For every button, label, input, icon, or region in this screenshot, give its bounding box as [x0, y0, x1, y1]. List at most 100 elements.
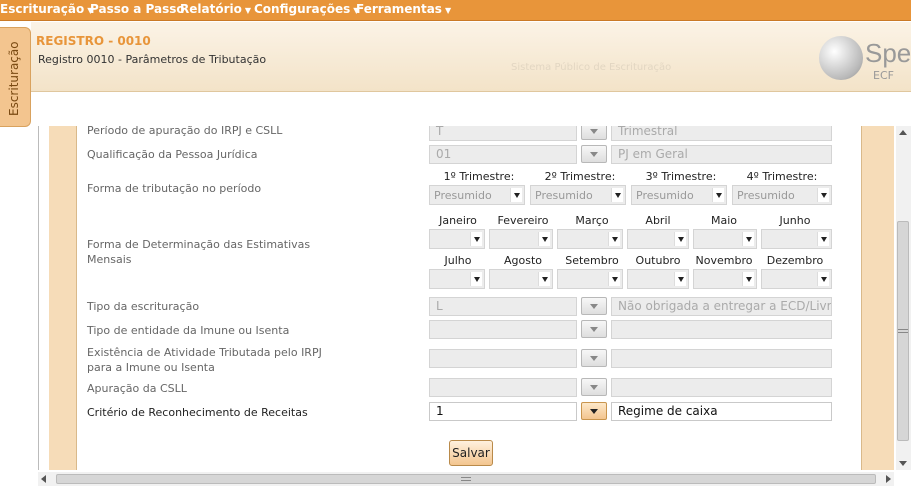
quarter-4-select[interactable]: Presumido: [732, 185, 832, 205]
qualificacao-label: Qualificação da Pessoa Jurídica: [87, 148, 258, 161]
scroll-right-arrow-icon[interactable]: [886, 475, 891, 483]
scroll-down-arrow-icon[interactable]: [899, 461, 907, 466]
month-select-julho[interactable]: [429, 269, 485, 289]
quarter-3-heading: 3º Trimestre:: [645, 170, 717, 183]
qualificacao-code-field[interactable]: 01: [429, 145, 577, 164]
tipo-escrituracao-code-field[interactable]: L: [429, 297, 577, 316]
chevron-down-icon: [470, 232, 482, 246]
side-tab-escrituracao[interactable]: Escrituração: [0, 27, 31, 127]
chevron-down-icon: [590, 385, 598, 390]
apuracao-csll-code-field[interactable]: [429, 378, 577, 397]
menu-passo-a-passo-label: Passo a Passo: [90, 2, 185, 16]
quarter-1-select[interactable]: Presumido: [429, 185, 525, 205]
scroll-left-arrow-icon[interactable]: [41, 475, 46, 483]
side-tab-label: Escrituração: [7, 41, 21, 116]
chevron-down-icon: [590, 152, 598, 157]
scroll-up-arrow-icon[interactable]: [899, 130, 907, 135]
tipo-escrituracao-label: Tipo da escrituração: [87, 300, 200, 313]
vertical-scrollbar[interactable]: [896, 126, 911, 470]
vertical-scroll-thumb[interactable]: [897, 221, 909, 441]
month-select-dezembro[interactable]: [761, 269, 832, 289]
chevron-down-icon: [590, 304, 598, 309]
chevron-down-icon: [817, 272, 829, 286]
month-select-maio[interactable]: [693, 229, 757, 249]
qualificacao-dropdown-button[interactable]: [581, 145, 607, 163]
criterio-receitas-dropdown-button[interactable]: [581, 402, 607, 420]
quarter-1-heading: 1º Trimestre:: [443, 170, 515, 183]
estimativas-label-line1: Forma de Determinação das Estimativas: [87, 238, 311, 251]
grip-icon: [461, 477, 471, 481]
month-select-junho[interactable]: [761, 229, 832, 249]
horizontal-scrollbar[interactable]: [38, 472, 894, 486]
grip-icon: [898, 329, 908, 333]
page-title: REGISTRO - 0010: [36, 34, 151, 48]
menu-escrituracao-label: Escrituração: [0, 2, 85, 16]
atividade-dropdown-button[interactable]: [581, 349, 607, 367]
month-select-novembro[interactable]: [693, 269, 757, 289]
apuracao-csll-dropdown-button[interactable]: [581, 378, 607, 396]
chevron-down-icon: [611, 188, 623, 202]
horizontal-scroll-thumb[interactable]: [56, 474, 876, 484]
atividade-label-line2: para a Imune ou Isenta: [87, 361, 215, 374]
month-select-agosto[interactable]: [489, 269, 553, 289]
header-watermark: Sistema Público de Escrituração: [511, 62, 672, 73]
menu-ferramentas-label: Ferramentas: [356, 2, 442, 16]
tipo-escrituracao-dropdown-button[interactable]: [581, 297, 607, 315]
quarter-3-value: Presumido: [636, 189, 694, 202]
menu-relatorio-label: Relatório: [180, 2, 242, 16]
month-select-fevereiro[interactable]: [489, 229, 553, 249]
month-select-setembro[interactable]: [557, 269, 623, 289]
month-heading-maio: Maio: [710, 214, 738, 227]
logo-subtext: ECF: [873, 69, 894, 82]
sped-logo: Spe ECF: [819, 32, 911, 87]
chevron-down-icon: [674, 232, 686, 246]
month-heading-janeiro: Janeiro: [439, 214, 477, 227]
menu-escrituracao[interactable]: Escrituração ▼: [0, 2, 93, 16]
criterio-receitas-code-field[interactable]: 1: [429, 402, 577, 421]
month-select-janeiro[interactable]: [429, 229, 485, 249]
periodo-dropdown-button[interactable]: [581, 126, 607, 140]
month-heading-novembro: Novembro: [695, 254, 753, 267]
criterio-receitas-desc-field: Regime de caixa: [611, 402, 832, 421]
tipo-entidade-dropdown-button[interactable]: [581, 320, 607, 338]
month-heading-junho: Junho: [779, 214, 811, 227]
quarter-1-value: Presumido: [434, 189, 492, 202]
month-select-marco[interactable]: [557, 229, 623, 249]
month-select-abril[interactable]: [627, 229, 689, 249]
chevron-down-icon: [590, 327, 598, 332]
periodo-desc-field: Trimestral: [611, 126, 832, 141]
chevron-down-icon: [538, 272, 550, 286]
month-heading-abril: Abril: [645, 214, 671, 227]
month-heading-dezembro: Dezembro: [766, 254, 824, 267]
chevron-down-icon: [510, 188, 522, 202]
chevron-down-icon: [817, 232, 829, 246]
month-select-outubro[interactable]: [627, 269, 689, 289]
tipo-entidade-label: Tipo de entidade da Imune ou Isenta: [87, 324, 290, 337]
chevron-down-icon: ▼: [244, 6, 252, 15]
estimativas-label-line2: Mensais: [87, 253, 132, 266]
menu-configuracoes[interactable]: Configurações ▼: [254, 2, 359, 16]
chevron-down-icon: [742, 232, 754, 246]
quarter-3-select[interactable]: Presumido: [631, 185, 727, 205]
register-header: REGISTRO - 0010 Registro 0010 - Parâmetr…: [31, 22, 911, 92]
chevron-down-icon: [674, 272, 686, 286]
page-subtitle: Registro 0010 - Parâmetros de Tributação: [38, 53, 267, 66]
month-heading-agosto: Agosto: [503, 254, 542, 267]
quarter-2-select[interactable]: Presumido: [530, 185, 626, 205]
menu-passo-a-passo[interactable]: Passo a Passo: [90, 2, 185, 16]
atividade-code-field[interactable]: [429, 349, 577, 368]
apuracao-csll-desc-field: [611, 378, 832, 397]
month-heading-fevereiro: Fevereiro: [497, 214, 549, 227]
tipo-entidade-code-field[interactable]: [429, 320, 577, 339]
chevron-down-icon: [712, 188, 724, 202]
periodo-label: Período de apuração do IRPJ e CSLL: [87, 126, 283, 137]
chevron-down-icon: [608, 232, 620, 246]
periodo-code-field[interactable]: T: [429, 126, 577, 141]
menu-ferramentas[interactable]: Ferramentas ▼: [356, 2, 451, 16]
chevron-down-icon: [470, 272, 482, 286]
left-rail: [49, 126, 77, 470]
save-button[interactable]: Salvar: [449, 440, 493, 466]
form-panel: Período de apuração do IRPJ e CSLL T Tri…: [38, 126, 894, 470]
tipo-escrituracao-desc-field: Não obrigada a entregar a ECD/Livro C: [611, 297, 832, 316]
menu-relatorio[interactable]: Relatório ▼: [180, 2, 251, 16]
